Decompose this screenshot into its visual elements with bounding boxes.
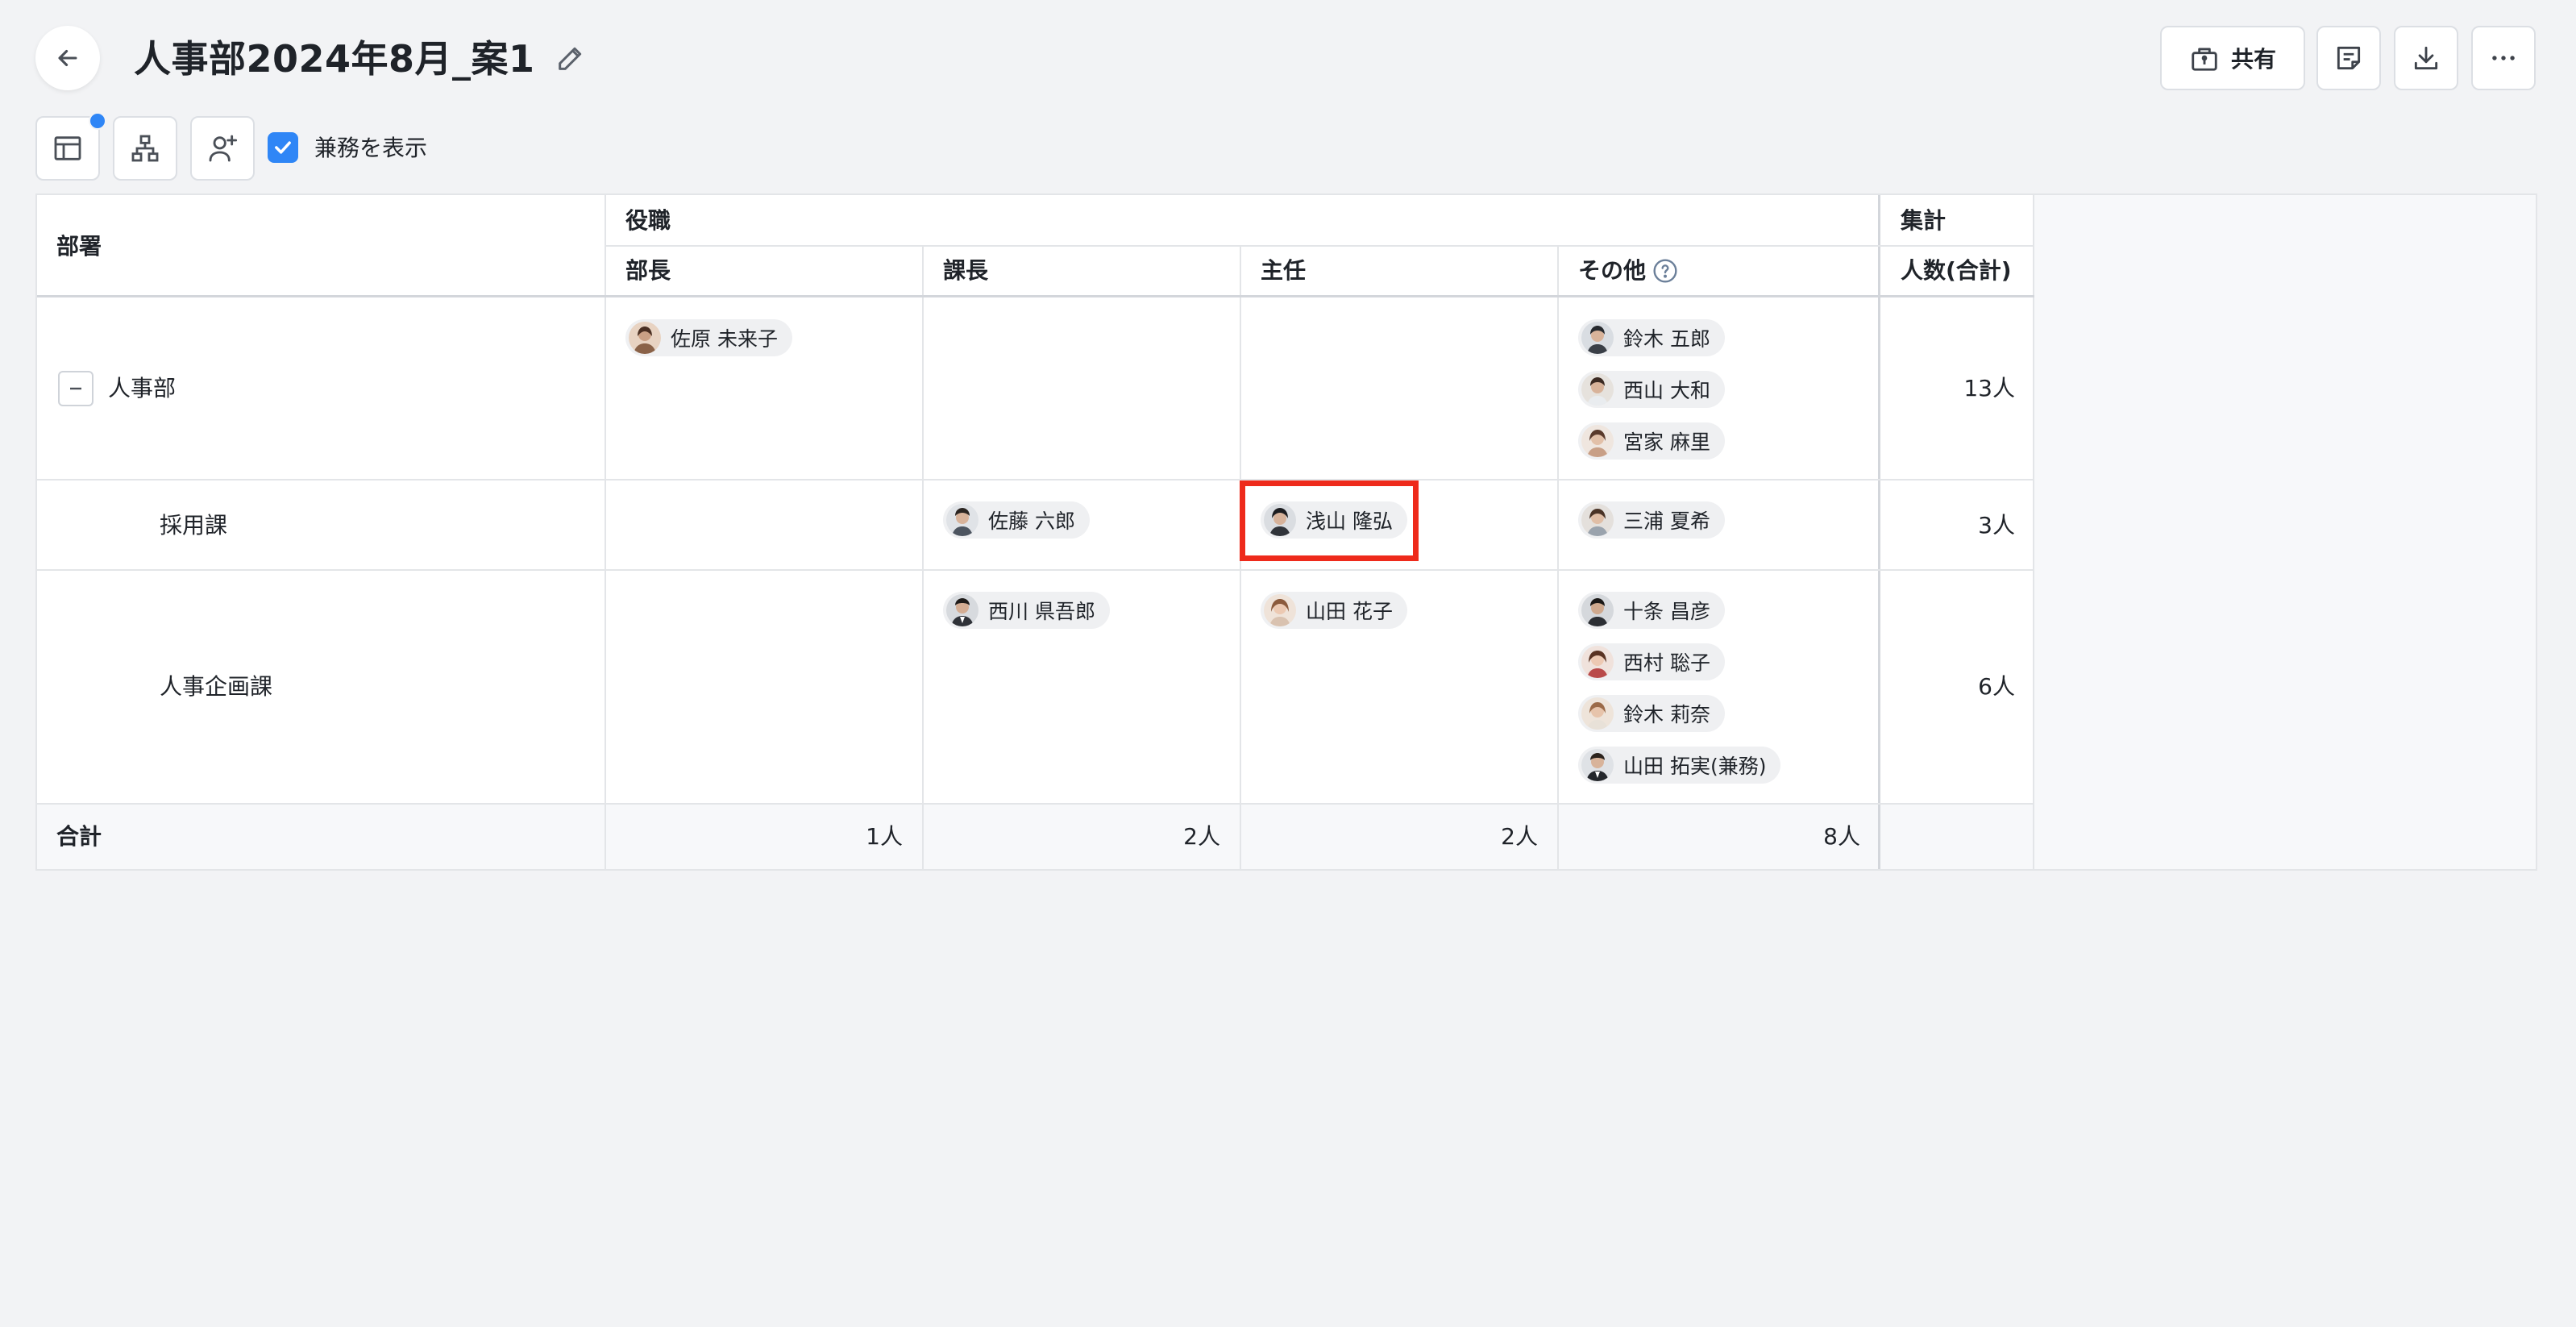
help-circle-icon[interactable] — [1652, 258, 1678, 287]
dept-saiyoka: 採用課 — [160, 512, 228, 539]
person-name: 山田 花子 — [1306, 600, 1393, 623]
total-kacho: 2人 — [1183, 823, 1220, 850]
minus-icon — [70, 387, 81, 390]
org-chart-icon — [131, 135, 159, 162]
count-jinjikikakuka: 6人 — [1978, 673, 2015, 700]
page-title: 人事部2024年8月_案1 — [134, 37, 535, 81]
more-horizontal-icon — [2492, 56, 2515, 60]
note-icon — [2337, 46, 2361, 70]
arrow-left-icon — [58, 49, 77, 67]
total-label: 合計 — [56, 823, 102, 850]
person-name: 宮家 麻里 — [1623, 431, 1710, 454]
person-chip[interactable]: 鈴木 莉奈 — [1578, 695, 1725, 732]
avatar — [1581, 697, 1614, 730]
person-chip[interactable]: 三浦 夏希 — [1578, 501, 1725, 539]
avatar — [1581, 322, 1614, 354]
avatar — [1581, 749, 1614, 781]
avatar — [1581, 373, 1614, 406]
show-concurrent-label: 兼務を表示 — [314, 135, 428, 161]
avatar — [1581, 504, 1614, 536]
org-chart-button[interactable] — [113, 116, 177, 181]
person-name: 鈴木 五郎 — [1623, 327, 1710, 351]
person-chip[interactable]: 十条 昌彦 — [1578, 592, 1725, 629]
table-view-icon — [54, 136, 81, 160]
person-name: 山田 拓実(兼務) — [1623, 755, 1767, 778]
avatar — [1581, 594, 1614, 626]
person-name: 佐藤 六郎 — [988, 510, 1075, 533]
download-button[interactable] — [2394, 26, 2458, 90]
group-summary: 集計 — [1901, 207, 1947, 234]
add-person-button[interactable] — [190, 116, 255, 181]
person-name: 三浦 夏希 — [1623, 510, 1710, 533]
download-icon — [2414, 46, 2438, 70]
col-bucho: 部長 — [625, 257, 671, 284]
col-kacho: 課長 — [943, 257, 989, 284]
avatar — [1581, 646, 1614, 678]
show-concurrent-checkbox[interactable] — [268, 132, 298, 163]
dept-jinjikikakuka: 人事企画課 — [160, 673, 273, 700]
person-chip[interactable]: 山田 拓実(兼務) — [1578, 747, 1781, 784]
person-chip[interactable]: 宮家 麻里 — [1578, 422, 1725, 460]
person-chip[interactable]: 西村 聡子 — [1578, 643, 1725, 680]
check-icon — [275, 141, 291, 154]
person-chip[interactable]: 佐藤 六郎 — [943, 501, 1090, 539]
person-chip[interactable]: 鈴木 五郎 — [1578, 319, 1725, 356]
person-name: 西村 聡子 — [1623, 651, 1710, 675]
note-button[interactable] — [2316, 26, 2381, 90]
selection-highlight — [1240, 480, 1419, 561]
col-count: 人数(合計) — [1901, 257, 2012, 284]
total-other: 8人 — [1823, 823, 1860, 850]
person-name: 西川 県吾郎 — [988, 600, 1095, 623]
dept-jinjibu: 人事部 — [108, 375, 177, 401]
avatar — [1264, 594, 1296, 626]
total-bucho: 1人 — [866, 823, 903, 850]
avatar — [629, 322, 661, 354]
avatar — [1581, 425, 1614, 457]
person-name: 西山 大和 — [1623, 379, 1710, 402]
col-shunin: 主任 — [1261, 257, 1307, 284]
count-jinjibu: 13人 — [1963, 375, 2015, 401]
share-button[interactable]: 共有 — [2160, 26, 2305, 90]
notification-dot — [89, 112, 106, 130]
pencil-icon[interactable] — [555, 42, 587, 74]
collapse-button[interactable] — [58, 371, 93, 406]
col-department: 部署 — [56, 233, 102, 260]
person-chip[interactable]: 西山 大和 — [1578, 371, 1725, 408]
person-name: 十条 昌彦 — [1623, 600, 1710, 623]
avatar — [946, 594, 978, 626]
back-button[interactable] — [35, 26, 100, 90]
add-person-icon — [209, 135, 238, 162]
person-chip[interactable]: 佐原 未来子 — [625, 319, 792, 356]
person-name: 鈴木 莉奈 — [1623, 703, 1710, 726]
empty-area — [2034, 193, 2537, 871]
count-saiyoka: 3人 — [1978, 512, 2015, 539]
person-chip[interactable]: 山田 花子 — [1261, 592, 1407, 629]
person-name: 佐原 未来子 — [671, 327, 778, 351]
share-label: 共有 — [2230, 46, 2276, 73]
share-box-icon — [2192, 48, 2217, 71]
group-positions: 役職 — [625, 207, 671, 234]
total-shunin: 2人 — [1501, 823, 1538, 850]
avatar — [946, 504, 978, 536]
col-other: その他 — [1578, 257, 1647, 284]
more-button[interactable] — [2471, 26, 2536, 90]
person-chip[interactable]: 西川 県吾郎 — [943, 592, 1110, 629]
